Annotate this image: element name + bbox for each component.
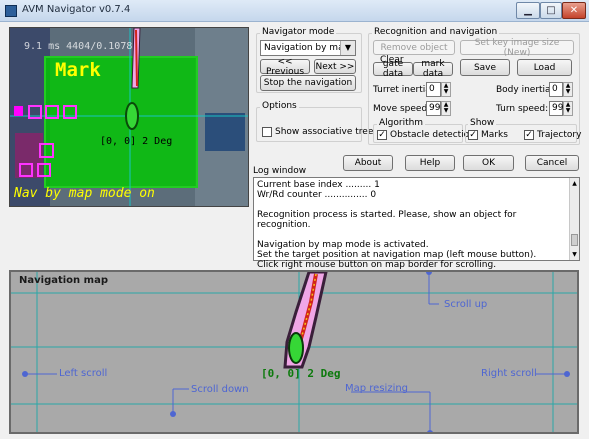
camera-mark-square bbox=[39, 143, 54, 158]
camera-graphics bbox=[10, 28, 248, 206]
title-bar[interactable]: AVM Navigator v0.7.4 ▁ □ ✕ bbox=[0, 0, 589, 22]
log-line: Click right mouse button on map border f… bbox=[257, 260, 497, 270]
scroll-down-dot[interactable] bbox=[170, 411, 176, 417]
help-button[interactable]: Help bbox=[405, 155, 455, 171]
cancel-button[interactable]: Cancel bbox=[525, 155, 579, 171]
marks-checkbox[interactable]: ✓ bbox=[468, 130, 478, 140]
camera-mode-text: Nav by map mode on bbox=[14, 186, 155, 201]
log-lines: Current base index ......... 1 Wr/Rd cou… bbox=[257, 180, 567, 270]
left-scroll-annotation: Left scroll bbox=[59, 368, 108, 379]
camera-position: [0, 0] 2 Deg bbox=[100, 136, 173, 147]
maximize-button[interactable]: □ bbox=[540, 2, 562, 19]
right-scroll-dot[interactable] bbox=[564, 371, 570, 377]
obstacle-detection-label: Obstacle detection bbox=[390, 130, 475, 140]
scroll-down-annotation: Scroll down bbox=[191, 384, 249, 395]
turn-speed-label: Turn speed: bbox=[496, 104, 549, 114]
turn-speed-spinner[interactable]: ▲ ▼ bbox=[563, 101, 573, 116]
recognition-legend: Recognition and navigation bbox=[372, 27, 500, 37]
camera-robot-marker bbox=[125, 102, 139, 130]
scroll-thumb[interactable] bbox=[571, 234, 578, 246]
map-robot-marker bbox=[288, 332, 304, 364]
options-legend: Options bbox=[260, 101, 299, 111]
window-title: AVM Navigator v0.7.4 bbox=[22, 4, 131, 15]
camera-mark-square bbox=[14, 106, 23, 116]
navigator-mode-select[interactable]: Navigation by map ▼ bbox=[260, 40, 356, 56]
turret-inertia-label: Turret inertia: bbox=[373, 85, 434, 95]
camera-mark-square bbox=[37, 163, 51, 177]
log-line: Navigation by map mode is activated. bbox=[257, 240, 429, 250]
camera-mark-label: Mark bbox=[55, 59, 101, 81]
trajectory-label: Trajectory bbox=[537, 130, 582, 140]
left-scroll-dot[interactable] bbox=[22, 371, 28, 377]
next-button[interactable]: Next >> bbox=[314, 59, 356, 74]
move-speed-spinner[interactable]: ▲ ▼ bbox=[441, 101, 451, 116]
camera-trajectory-center bbox=[135, 29, 138, 87]
navigation-map-title: Navigation map bbox=[19, 275, 108, 286]
save-button[interactable]: Save bbox=[460, 59, 510, 76]
navigation-map-graphics bbox=[11, 272, 577, 432]
scroll-up-arrow-icon[interactable]: ▲ bbox=[571, 180, 578, 187]
set-key-image-button[interactable]: Set key image size (New) bbox=[460, 38, 574, 58]
chevron-down-icon[interactable]: ▼ bbox=[340, 41, 355, 55]
turret-inertia-spinner[interactable]: ▲ ▼ bbox=[441, 82, 451, 97]
stop-navigation-button[interactable]: Stop the navigation bbox=[260, 75, 356, 91]
move-speed-label: Move speed: bbox=[373, 104, 431, 114]
minimize-button[interactable]: ▁ bbox=[516, 2, 540, 19]
previous-button[interactable]: << Previous bbox=[260, 57, 310, 77]
clear-gate-data-button[interactable]: gate data bbox=[373, 59, 413, 79]
log-window-title: Log window bbox=[253, 166, 307, 176]
navigator-mode-legend: Navigator mode bbox=[260, 27, 337, 37]
marks-label: Marks bbox=[481, 130, 508, 140]
map-resizing-dot[interactable] bbox=[427, 430, 433, 432]
app-icon bbox=[5, 5, 17, 17]
body-inertia-label: Body inertia: bbox=[496, 85, 554, 95]
navigation-map[interactable]: Navigation map [0, 0] 2 Deg Scroll up Le… bbox=[9, 270, 579, 434]
body-inertia-spinner[interactable]: ▲ ▼ bbox=[563, 82, 573, 97]
clear-mark-data-button[interactable]: mark data bbox=[413, 59, 453, 79]
log-window[interactable]: Current base index ......... 1 Wr/Rd cou… bbox=[253, 177, 580, 270]
right-scroll-annotation: Right scroll bbox=[481, 368, 537, 379]
show-tree-label: Show associative tree bbox=[275, 127, 374, 137]
log-line: Recognition process is started. Please, … bbox=[257, 210, 517, 230]
body-inertia-input[interactable]: 0 bbox=[549, 82, 563, 97]
algorithm-legend: Algorithm bbox=[377, 118, 426, 128]
ok-button[interactable]: OK bbox=[463, 155, 514, 171]
load-button[interactable]: Load bbox=[517, 59, 572, 76]
move-speed-input[interactable]: 99 bbox=[426, 101, 441, 116]
log-line: Set the target position at navigation ma… bbox=[257, 250, 537, 260]
obstacle-detection-checkbox[interactable]: ✓ bbox=[377, 130, 387, 140]
camera-stats: 9.1 ms 4404/0.1078 bbox=[24, 41, 133, 52]
trajectory-checkbox[interactable]: ✓ bbox=[524, 130, 534, 140]
camera-view: 9.1 ms 4404/0.1078 Mark [0, 0] 2 Deg Nav… bbox=[9, 27, 249, 207]
show-tree-checkbox[interactable] bbox=[262, 127, 272, 137]
log-line: Wr/Rd counter ............... 0 bbox=[257, 190, 377, 200]
about-button[interactable]: About bbox=[343, 155, 393, 171]
turn-speed-input[interactable]: 99 bbox=[549, 101, 563, 116]
show-legend: Show bbox=[468, 118, 497, 128]
scroll-down-arrow-icon[interactable]: ▼ bbox=[571, 251, 578, 258]
map-resizing-annotation: Map resizing bbox=[345, 383, 409, 394]
camera-mark-square bbox=[19, 163, 33, 177]
log-line: Current base index ......... 1 bbox=[257, 180, 380, 190]
navigator-mode-selected: Navigation by map bbox=[264, 43, 350, 53]
map-position-text: [0, 0] 2 Deg bbox=[261, 367, 341, 380]
remove-object-button[interactable]: Remove object bbox=[373, 40, 455, 55]
scroll-up-annotation: Scroll up bbox=[444, 299, 488, 310]
log-scrollbar[interactable]: ▲ ▼ bbox=[569, 178, 579, 260]
close-button[interactable]: ✕ bbox=[562, 2, 586, 19]
turret-inertia-input[interactable]: 0 bbox=[426, 82, 441, 97]
